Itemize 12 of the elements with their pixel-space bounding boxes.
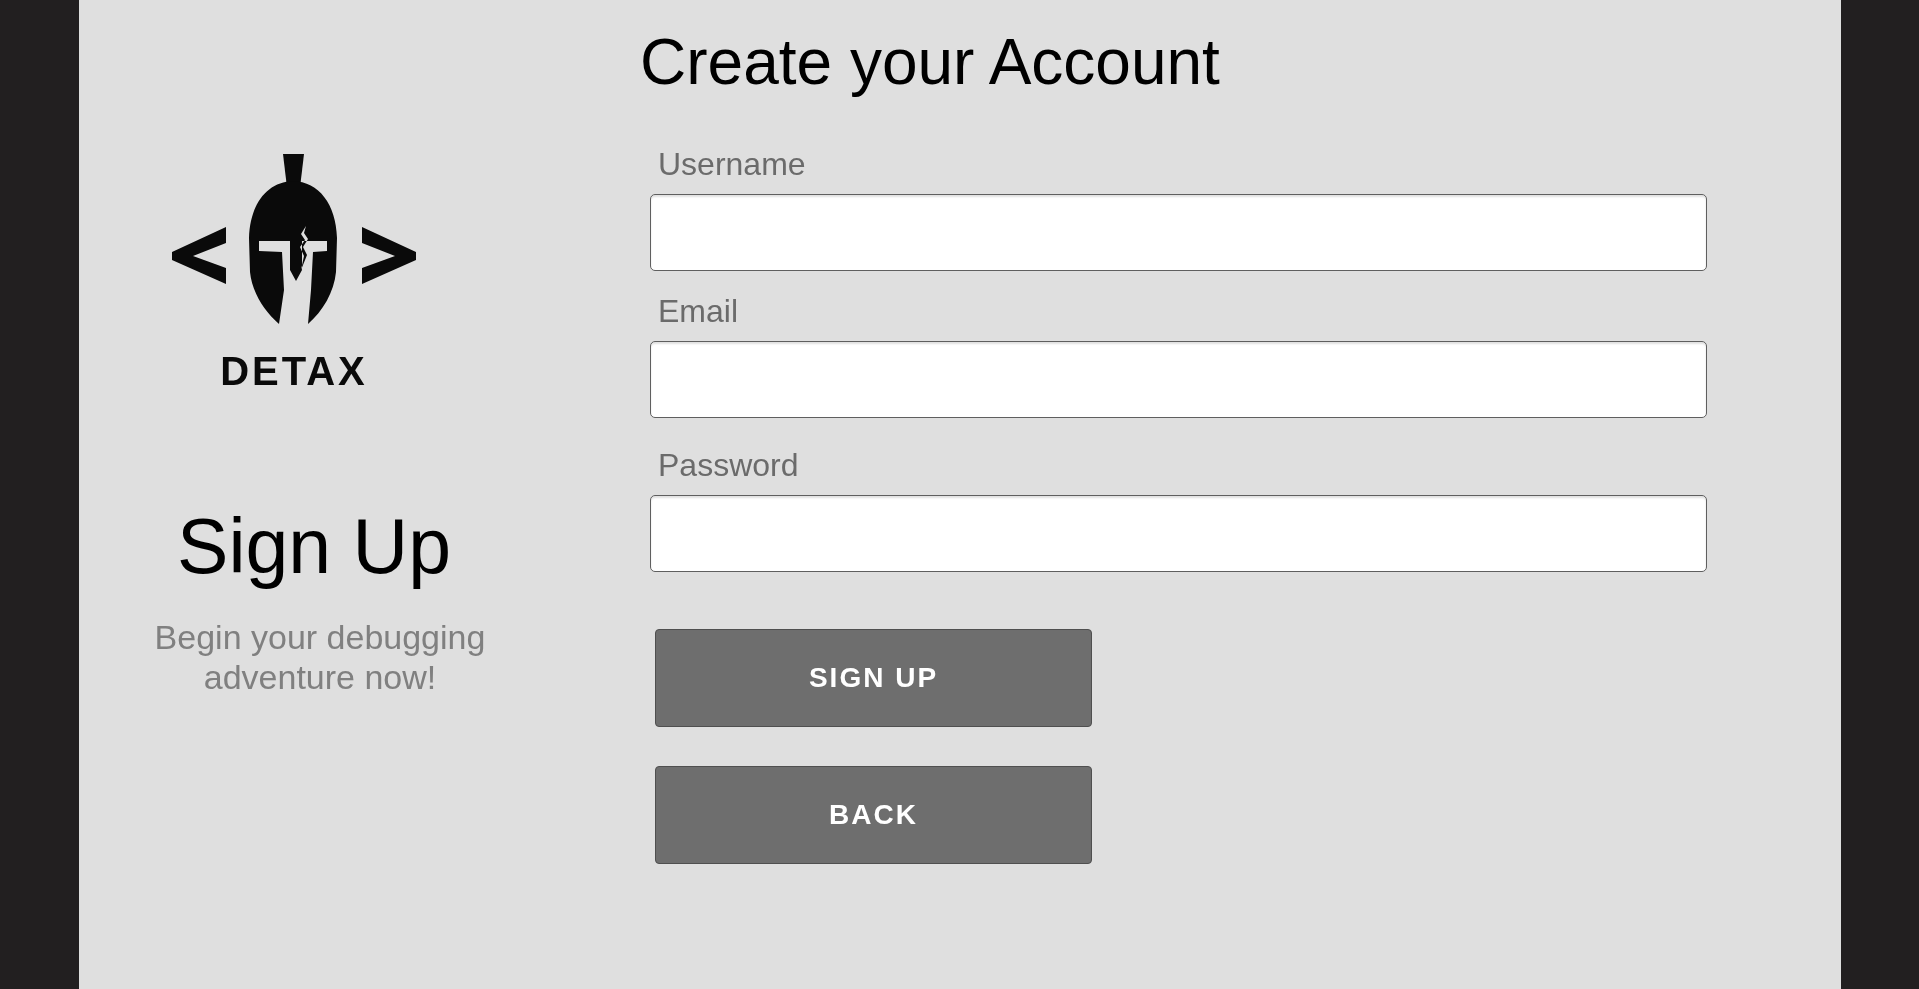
- input-field[interactable]: [650, 494, 1707, 572]
- form-title: Create your Account: [640, 25, 1221, 100]
- field-label: Username: [657, 144, 807, 183]
- field-label: Email: [657, 291, 739, 330]
- logo-text: DETAX: [220, 351, 368, 391]
- action-button[interactable]: BACK: [655, 765, 1092, 864]
- field-label: Password: [657, 445, 800, 484]
- page-heading: Sign Up: [177, 502, 451, 591]
- action-button[interactable]: SIGN UP: [655, 628, 1092, 727]
- tagline-text: Begin your debugging adventure now!: [153, 617, 487, 698]
- input-field[interactable]: [650, 340, 1707, 418]
- input-field[interactable]: [650, 193, 1707, 271]
